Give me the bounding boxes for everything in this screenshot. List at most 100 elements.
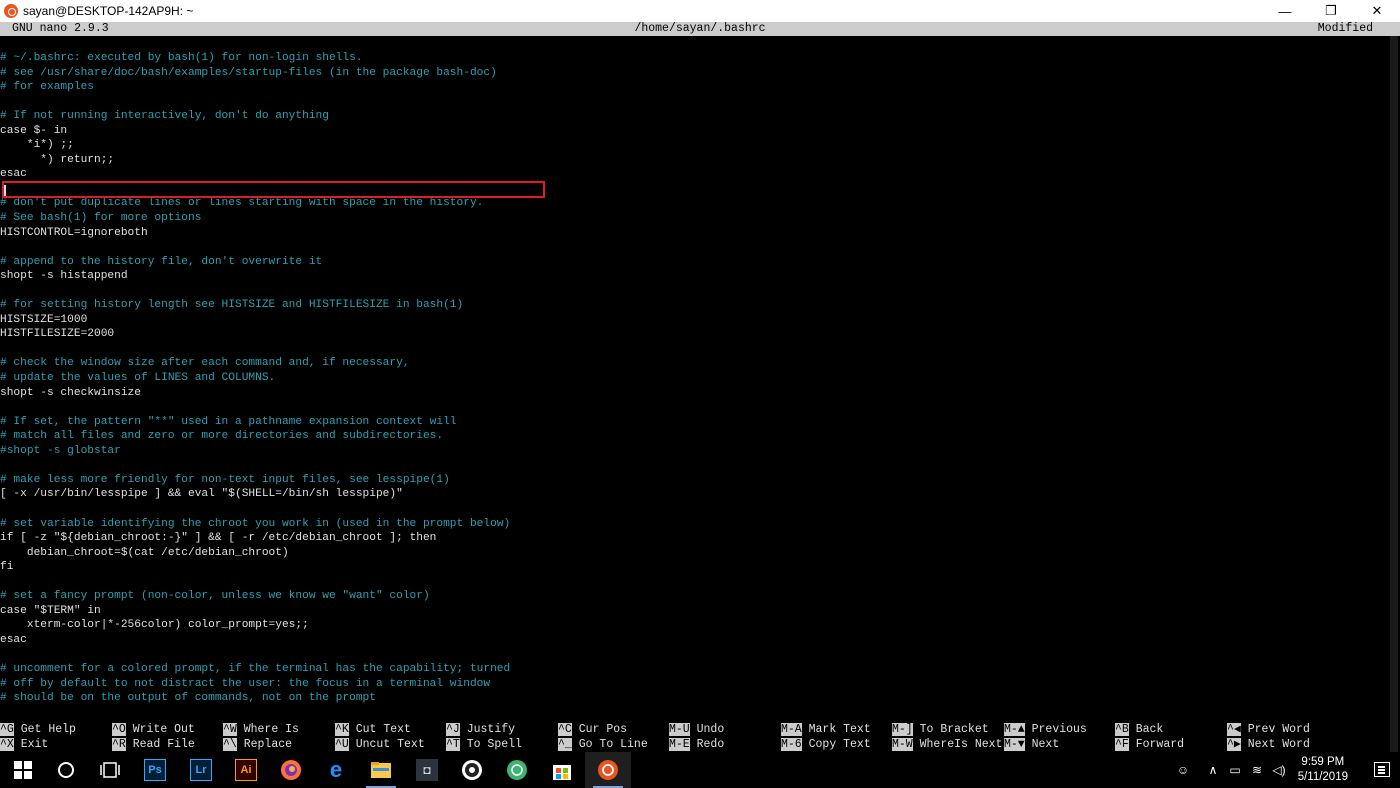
shortcut-key: ^_ — [558, 738, 572, 751]
start-button[interactable] — [0, 752, 46, 788]
system-tray: ☺ ∧ ▭ ≋ ◁) — [1172, 752, 1290, 788]
editor-line: debian_chroot=$(cat /etc/debian_chroot) — [0, 546, 289, 559]
chevron-up-icon[interactable]: ∧ — [1202, 763, 1224, 777]
shortcut-item: ^F Forward — [1115, 737, 1184, 752]
scrollbar[interactable] — [1390, 36, 1398, 756]
shortcut-item: ^◀ Prev Word — [1227, 722, 1310, 737]
editor-line: # ~/.bashrc: executed by bash(1) for non… — [0, 52, 363, 64]
obs-app[interactable] — [449, 752, 495, 788]
shortcut-key: M-6 — [781, 738, 802, 751]
editor-line: esac — [0, 168, 27, 181]
shortcut-label: Mark Text — [808, 723, 871, 736]
shortcut-item: ^▶ Next Word — [1227, 737, 1310, 752]
close-button[interactable]: ✕ — [1354, 0, 1400, 22]
shortcut-label: Copy Text — [808, 738, 871, 751]
shortcut-item: M-▼ Next — [1004, 737, 1059, 752]
task-view-icon — [100, 762, 120, 778]
modified-status: Modified — [1317, 22, 1373, 35]
ubuntu-app[interactable] — [585, 752, 631, 788]
editor-line: *) return;; — [0, 153, 115, 166]
shortcut-label: Replace — [243, 738, 293, 751]
shortcut-item: ^G Get Help — [0, 722, 76, 737]
shortcut-item: ^\ Replace — [223, 737, 292, 752]
illustrator-icon: Ai — [235, 759, 257, 781]
shortcut-label: WhereIs Next — [919, 738, 1003, 751]
shortcut-key: M-A — [781, 723, 802, 736]
shortcut-item: M-W WhereIs Next — [892, 737, 1002, 752]
battery-icon[interactable]: ▭ — [1224, 763, 1246, 777]
shortcut-item: ^B Back — [1115, 722, 1163, 737]
editor-text-area[interactable]: # ~/.bashrc: executed by bash(1) for non… — [0, 51, 1390, 706]
shortcut-item: ^X Exit — [0, 737, 48, 752]
shortcut-label: Prev Word — [1247, 723, 1310, 736]
editor-line: # don't put duplicate lines or lines sta… — [0, 197, 484, 210]
shortcut-label: Where Is — [243, 723, 299, 736]
shortcut-item: ^W Where Is — [223, 722, 299, 737]
editor-line: HISTCONTROL=ignoreboth — [0, 226, 148, 239]
shortcut-label: Write Out — [132, 723, 195, 736]
editor-line: xterm-color|*-256color) color_prompt=yes… — [0, 619, 309, 632]
lightroom-app[interactable]: Lr — [178, 752, 224, 788]
minimize-button[interactable]: — — [1262, 0, 1308, 22]
window-title: sayan@DESKTOP-142AP9H: ~ — [23, 4, 194, 18]
restore-button[interactable]: ❐ — [1308, 0, 1354, 22]
shortcut-key: ^T — [446, 738, 460, 751]
shortcut-key: M-] — [892, 723, 913, 736]
shortcut-label: Next Word — [1247, 738, 1310, 751]
editor-line: # see /usr/share/doc/bash/examples/start… — [0, 66, 497, 79]
editor-line: case "$TERM" in — [0, 604, 101, 617]
editor-line: esac — [0, 633, 27, 646]
globe-app[interactable] — [494, 752, 540, 788]
shortcut-item: ^R Read File — [112, 737, 195, 752]
shortcut-label: To Spell — [466, 738, 522, 751]
editor-line: # for setting history length see HISTSIZ… — [0, 299, 464, 312]
shortcut-label: Go To Line — [578, 738, 648, 751]
photoshop-app[interactable]: Ps — [132, 752, 178, 788]
editor-line: shopt -s histappend — [0, 270, 128, 283]
edge-app[interactable]: e — [313, 752, 359, 788]
shortcut-key: ^C — [558, 723, 572, 736]
window-title-bar: sayan@DESKTOP-142AP9H: ~ — ❐ ✕ — [0, 0, 1400, 22]
editor-line: # for examples — [0, 81, 94, 94]
editor-line: # check the window size after each comma… — [0, 357, 410, 370]
editor-line: # make less more friendly for non-text i… — [0, 473, 450, 486]
task-view-button[interactable] — [87, 752, 133, 788]
firefox-app[interactable] — [268, 752, 314, 788]
illustrator-app[interactable]: Ai — [223, 752, 269, 788]
editor-line: # set a fancy prompt (non-color, unless … — [0, 590, 430, 603]
shortcut-label: Justify — [466, 723, 516, 736]
store-app[interactable] — [539, 752, 585, 788]
editor-line: # off by default to not distract the use… — [0, 677, 491, 690]
shortcut-key: ^J — [446, 723, 460, 736]
volume-icon[interactable]: ◁) — [1268, 763, 1290, 777]
notification-center-icon[interactable] — [1374, 762, 1390, 777]
shortcut-item: M-▲ Previous — [1004, 722, 1087, 737]
shortcut-item: M-] To Bracket — [892, 722, 989, 737]
system-clock[interactable]: 9:59 PM 5/11/2019 — [1298, 755, 1348, 785]
editor-line: shopt -s checkwinsize — [0, 386, 141, 399]
shortcut-label: Back — [1135, 723, 1164, 736]
cortana-button[interactable] — [43, 752, 89, 788]
firefox-icon — [281, 760, 301, 780]
editor-line: case $- in — [0, 124, 68, 137]
shortcut-key: M-E — [669, 738, 690, 751]
dark-app[interactable]: ◘ — [404, 752, 450, 788]
ubuntu-taskbar-icon — [598, 760, 618, 780]
editor-line: # should be on the output of commands, n… — [0, 692, 376, 705]
shortcut-key: ^O — [112, 723, 126, 736]
file-path: /home/sayan/.bashrc — [634, 22, 766, 35]
shortcut-item: M-E Redo — [669, 737, 724, 752]
shortcut-item: ^C Cur Pos — [558, 722, 627, 737]
shortcut-item: ^T To Spell — [446, 737, 522, 752]
app-icon: ◘ — [416, 759, 438, 781]
people-icon[interactable]: ☺ — [1172, 763, 1194, 777]
editor-line: # append to the history file, don't over… — [0, 255, 323, 268]
network-icon[interactable]: ≋ — [1246, 763, 1268, 777]
text-cursor — [4, 185, 6, 196]
file-explorer-app[interactable] — [358, 752, 404, 788]
